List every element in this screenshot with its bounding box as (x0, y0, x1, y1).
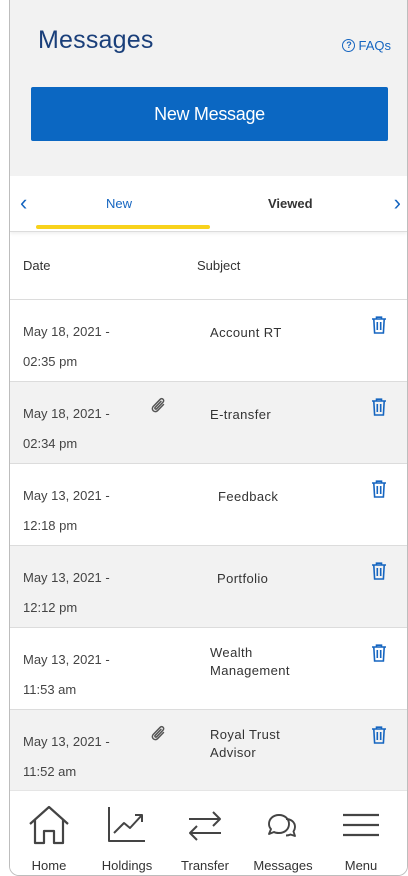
nav-menu[interactable]: Menu (322, 791, 400, 875)
message-date-time: 12:18 pm (23, 518, 78, 533)
message-date-day: May 18, 2021 - (23, 406, 110, 421)
message-date: May 18, 2021 - 02:34 pm (23, 399, 110, 459)
nav-home-label: Home (31, 858, 67, 873)
nav-transfer-label: Transfer (181, 858, 229, 873)
table-row[interactable]: May 18, 2021 - 02:34 pm E-transfer (10, 382, 407, 464)
tab-prev-chevron-icon[interactable]: ‹ (20, 190, 27, 216)
paperclip-icon (151, 397, 165, 413)
bottom-navigation: Home Holdings Transfer Messages Menu (10, 790, 407, 875)
trash-icon[interactable] (371, 644, 387, 662)
message-list: May 18, 2021 - 02:35 pm Account RT May 1… (10, 300, 407, 792)
message-date: May 13, 2021 - 11:53 am (23, 645, 110, 705)
trash-icon[interactable] (371, 316, 387, 334)
message-date-day: May 13, 2021 - (23, 734, 110, 749)
table-row[interactable]: May 13, 2021 - 12:18 pm Feedback (10, 464, 407, 546)
menu-icon (343, 813, 379, 837)
message-date-day: May 18, 2021 - (23, 324, 110, 339)
column-header-subject: Subject (197, 258, 241, 273)
messages-icon (268, 814, 296, 837)
message-subject: Royal Trust Advisor (210, 727, 281, 760)
message-date-time: 02:35 pm (23, 354, 78, 369)
message-date-day: May 13, 2021 - (23, 488, 110, 503)
transfer-icon (189, 811, 221, 841)
message-subject: Wealth Management (210, 645, 290, 678)
table-header: Date Subject (10, 232, 407, 300)
faqs-link[interactable]: ? FAQs (342, 38, 391, 53)
message-date: May 13, 2021 - 12:12 pm (23, 563, 110, 623)
nav-holdings-label: Holdings (101, 858, 153, 873)
tab-next-chevron-icon[interactable]: › (394, 190, 401, 216)
message-subject: Feedback (218, 489, 279, 504)
message-date-day: May 13, 2021 - (23, 570, 110, 585)
home-icon (29, 805, 69, 845)
message-date-time: 02:34 pm (23, 436, 78, 451)
trash-icon[interactable] (371, 480, 387, 498)
page-title: Messages (38, 26, 154, 54)
message-date: May 18, 2021 - 02:35 pm (23, 317, 110, 377)
table-row[interactable]: May 18, 2021 - 02:35 pm Account RT (10, 300, 407, 382)
nav-transfer[interactable]: Transfer (166, 791, 244, 875)
message-subject: Portfolio (217, 571, 269, 586)
trash-icon[interactable] (371, 562, 387, 580)
message-tabs: ‹ New Viewed › (10, 176, 407, 232)
app-frame: Messages ? FAQs New Message ‹ New Viewed… (9, 0, 408, 876)
nav-holdings[interactable]: Holdings (88, 791, 166, 875)
nav-home[interactable]: Home (10, 791, 88, 875)
tab-viewed[interactable]: Viewed (268, 196, 313, 211)
table-row[interactable]: May 13, 2021 - 11:53 am Wealth Managemen… (10, 628, 407, 710)
message-date-time: 12:12 pm (23, 600, 78, 615)
table-row[interactable]: May 13, 2021 - 11:52 am Royal Trust Advi… (10, 710, 407, 792)
trash-icon[interactable] (371, 726, 387, 744)
message-date-time: 11:52 am (23, 764, 77, 779)
holdings-icon (108, 807, 145, 842)
paperclip-icon (151, 725, 165, 741)
message-date-time: 11:53 am (23, 682, 77, 697)
message-date: May 13, 2021 - 11:52 am (23, 727, 110, 787)
faqs-label: FAQs (358, 38, 391, 53)
message-date: May 13, 2021 - 12:18 pm (23, 481, 110, 541)
message-date-day: May 13, 2021 - (23, 652, 110, 667)
help-circle-icon: ? (342, 39, 356, 52)
nav-menu-label: Menu (344, 858, 378, 873)
new-message-button[interactable]: New Message (31, 87, 388, 141)
nav-messages-label: Messages (253, 858, 313, 873)
message-subject: E-transfer (210, 407, 272, 422)
table-row[interactable]: May 13, 2021 - 12:12 pm Portfolio (10, 546, 407, 628)
tab-new[interactable]: New (106, 196, 132, 211)
column-header-date: Date (23, 258, 51, 273)
tab-selected-indicator (36, 225, 210, 229)
message-subject: Account RT (210, 325, 282, 340)
messages-header: Messages ? FAQs New Message (10, 0, 407, 176)
trash-icon[interactable] (371, 398, 387, 416)
nav-messages[interactable]: Messages (244, 791, 322, 875)
